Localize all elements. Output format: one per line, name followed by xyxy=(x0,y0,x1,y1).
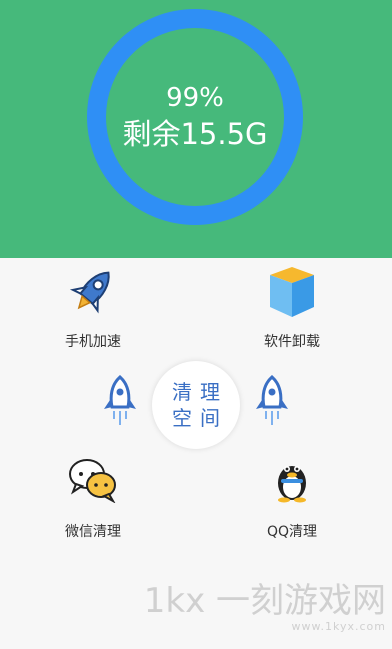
storage-readout: 99% 剩余15.5G xyxy=(87,9,303,225)
rocket-icon xyxy=(69,271,110,314)
storage-percent: 99% xyxy=(166,83,224,113)
wechat-clean-button[interactable]: 微信清理 xyxy=(28,457,158,547)
clean-space-line1: 清理 xyxy=(172,380,228,404)
watermark-url: www.1kyx.com xyxy=(291,620,386,633)
wechat-clean-label: 微信清理 xyxy=(65,524,121,540)
app-screen: 99% 剩余15.5G 手机加速 软件卸载 清理 空间 微信清理 QQ清理 1k… xyxy=(0,0,392,649)
storage-remaining: 剩余15.5G xyxy=(122,117,268,151)
speedup-label: 手机加速 xyxy=(65,334,121,350)
wechat-icon xyxy=(69,459,116,503)
clean-space-line2: 空间 xyxy=(172,406,228,430)
left-rocket-icon xyxy=(104,375,136,425)
storage-header: 99% 剩余15.5G xyxy=(0,0,392,258)
qq-clean-button[interactable]: QQ清理 xyxy=(227,457,357,547)
watermark-logo-text: 1kx 一刻游戏网 xyxy=(143,581,386,621)
speedup-button[interactable]: 手机加速 xyxy=(28,265,158,355)
qq-clean-label: QQ清理 xyxy=(266,524,318,540)
qq-penguin-icon xyxy=(278,466,306,503)
uninstall-label: 软件卸载 xyxy=(264,334,320,350)
uninstall-button[interactable]: 软件卸载 xyxy=(227,265,357,355)
clean-space-button[interactable]: 清理 空间 xyxy=(152,361,240,449)
site-watermark: 1kx 一刻游戏网 www.1kyx.com xyxy=(144,582,386,633)
right-rocket-icon xyxy=(256,375,288,425)
box-icon xyxy=(270,267,314,317)
